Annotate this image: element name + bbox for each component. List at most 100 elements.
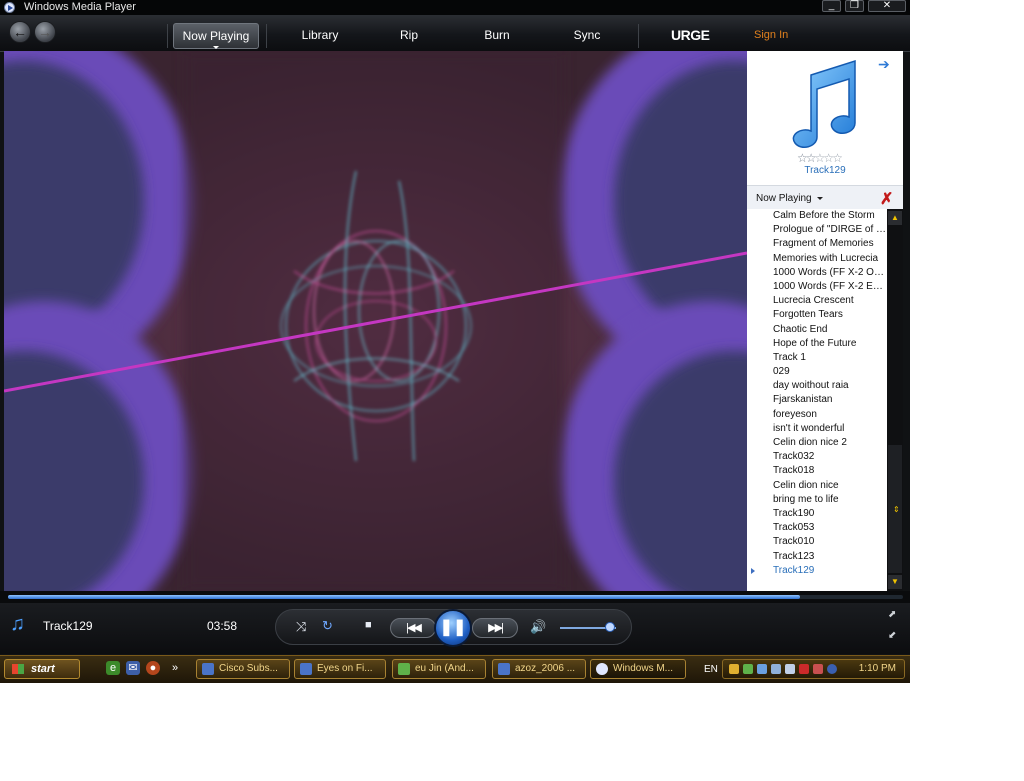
sign-in-link[interactable]: Sign In	[754, 29, 788, 41]
playlist-item[interactable]: Celin dion nice 2	[747, 436, 887, 450]
tab-sync[interactable]: Sync	[548, 15, 626, 51]
previous-icon: |◀◀	[406, 622, 422, 634]
start-label: start	[31, 663, 55, 675]
nav-separator	[167, 24, 168, 48]
playlist-item[interactable]: Track190	[747, 507, 887, 521]
playlist-item[interactable]: 029	[747, 365, 887, 379]
playlist-item[interactable]: Track 1	[747, 351, 887, 365]
seek-track[interactable]	[8, 595, 903, 599]
control-bar: ♫ Track129 03:58 ⤨ ↻ ■ |◀◀ ❚❚ ▶▶| 🔊 ⬈ ⬋	[0, 603, 910, 654]
system-tray: 1:10 PM	[722, 659, 905, 679]
chevron-right-icon[interactable]: »	[168, 661, 182, 675]
network-icon-2[interactable]	[771, 664, 781, 674]
seek-bar[interactable]	[0, 591, 910, 603]
taskbar-button-eyes-on-fi[interactable]: Eyes on Fi...	[294, 659, 386, 679]
security-shield-icon[interactable]	[799, 664, 809, 674]
playlist-item[interactable]: isn't it wonderful	[747, 422, 887, 436]
star-icon[interactable]: ☆	[806, 151, 817, 165]
visualization-area[interactable]	[4, 51, 747, 591]
network-icon[interactable]	[757, 664, 767, 674]
album-art-area: ➔ ☆☆☆☆☆ Track129	[747, 51, 903, 185]
taskbar-button-windows-media-player[interactable]: Windows M...	[590, 659, 686, 679]
star-icon[interactable]: ☆	[823, 151, 834, 165]
star-icon[interactable]: ☆	[832, 151, 843, 165]
shuffle-icon[interactable]: ⤨	[296, 619, 306, 635]
playlist-item[interactable]: bring me to life	[747, 493, 887, 507]
playlist-item[interactable]: Memories with Lucrecia	[747, 252, 887, 266]
playlist-item-current[interactable]: Track129	[747, 564, 887, 578]
maximize-button[interactable]: ❐	[845, 0, 864, 12]
playlist-item[interactable]: Forgotten Tears	[747, 308, 887, 322]
tab-label: Library	[301, 28, 339, 42]
star-icon[interactable]: ☆	[797, 151, 808, 165]
tab-library[interactable]: Library	[280, 15, 360, 51]
taskbar: start e ✉ ● » Cisco Subs... Eyes on Fi..…	[0, 655, 910, 683]
scroll-up-icon[interactable]: ▲	[888, 211, 902, 225]
playlist-item[interactable]: Prologue of "DIRGE of CERBERUS"	[747, 223, 887, 237]
clear-list-icon[interactable]: ✗	[880, 189, 893, 209]
taskbar-button-eu-jin[interactable]: eu Jin (And...	[392, 659, 486, 679]
playlist-item[interactable]: Calm Before the Storm	[747, 209, 887, 223]
playlist-item[interactable]: Chaotic End	[747, 323, 887, 337]
clock[interactable]: 1:10 PM	[859, 663, 896, 674]
playlist-item[interactable]: Track032	[747, 450, 887, 464]
language-indicator[interactable]: EN	[704, 664, 718, 675]
tray-icon-1[interactable]	[729, 664, 739, 674]
stop-icon[interactable]: ■	[365, 619, 372, 631]
forward-button[interactable]: →	[34, 21, 56, 43]
outlook-express-icon[interactable]: ✉	[126, 661, 140, 675]
full-screen-icon[interactable]: ⬋	[888, 630, 896, 641]
arrow-right-icon[interactable]: ➔	[878, 56, 890, 73]
tab-burn[interactable]: Burn	[458, 15, 536, 51]
windows-logo-icon	[12, 664, 24, 674]
volume-knob[interactable]	[605, 622, 616, 632]
tab-rip[interactable]: Rip	[370, 15, 448, 51]
repeat-icon[interactable]: ↻	[322, 618, 333, 634]
next-button[interactable]: ▶▶|	[472, 618, 518, 638]
playlist-item[interactable]: Celin dion nice	[747, 479, 887, 493]
taskbar-button-cisco[interactable]: Cisco Subs...	[196, 659, 290, 679]
store-urge-link[interactable]: URGE	[671, 27, 710, 43]
minimize-button[interactable]: _	[822, 0, 841, 12]
next-icon: ▶▶|	[488, 622, 504, 634]
playlist-item[interactable]: Fjarskanistan	[747, 393, 887, 407]
tab-label: Now Playing	[182, 29, 250, 43]
messenger-tray-icon[interactable]	[743, 664, 753, 674]
start-button[interactable]: start	[4, 659, 80, 679]
playlist-item[interactable]: 1000 Words (FF X-2 English)	[747, 280, 887, 294]
playlist-dropdown[interactable]: Now Playing	[756, 193, 812, 204]
scroll-down-icon[interactable]: ▼	[888, 575, 902, 589]
switch-to-skin-icon[interactable]: ⬈	[888, 609, 896, 620]
internet-explorer-icon[interactable]: e	[106, 661, 120, 675]
playlist-item[interactable]: Track053	[747, 521, 887, 535]
playlist-item[interactable]: Fragment of Memories	[747, 237, 887, 251]
playlist-item[interactable]: 1000 Words (FF X-2 Orchestra)	[747, 266, 887, 280]
task-label: azoz_2006 ...	[515, 663, 576, 674]
playlist-item[interactable]: Track010	[747, 535, 887, 549]
playlist-item[interactable]: foreyeson	[747, 408, 887, 422]
playlist-item[interactable]: Hope of the Future	[747, 337, 887, 351]
tab-now-playing[interactable]: Now Playing	[173, 23, 259, 49]
media-player-quick-launch-icon[interactable]: ●	[146, 661, 160, 675]
tray-icon-5[interactable]	[785, 664, 795, 674]
close-button[interactable]: ✕	[868, 0, 906, 12]
playlist-item[interactable]: day woithout raia	[747, 379, 887, 393]
previous-button[interactable]: |◀◀	[390, 618, 436, 638]
taskbar-button-azoz[interactable]: azoz_2006 ...	[492, 659, 586, 679]
playlist-item[interactable]: Track123	[747, 550, 887, 564]
task-label: Eyes on Fi...	[317, 663, 373, 674]
rating-stars[interactable]: ☆☆☆☆☆	[797, 151, 843, 165]
pause-button[interactable]: ❚❚	[434, 609, 472, 647]
album-art-title[interactable]: Track129	[747, 165, 903, 176]
playlist-item[interactable]: Track018	[747, 464, 887, 478]
playlist-item[interactable]: Lucrecia Crescent	[747, 294, 887, 308]
antivirus-icon[interactable]	[813, 664, 823, 674]
scroll-thumb[interactable]: ⇕	[888, 445, 902, 573]
window-title: Windows Media Player	[24, 1, 136, 13]
star-icon[interactable]: ☆	[815, 151, 826, 165]
volume-icon[interactable]: 🔊	[530, 619, 546, 635]
globe-icon[interactable]	[827, 664, 837, 674]
playlist-scrollbar[interactable]: ▲ ⇕ ▼	[887, 209, 903, 591]
back-button[interactable]: ←	[9, 21, 31, 43]
chevron-down-icon[interactable]	[817, 197, 823, 200]
